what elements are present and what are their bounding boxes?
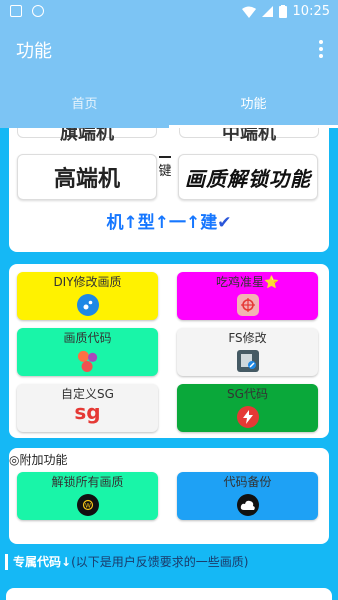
feature-grid: DIY修改画质 吃鸡准星⭐ 画质代码 FS修改 自定义SG sg SG代码 — [9, 264, 329, 438]
tab-home[interactable]: 首页 — [0, 74, 169, 128]
diy-quality-label: DIY修改画质 — [53, 275, 122, 289]
device-card: 旗端机 中端机 高端机 键 画质解锁功能 机↑型↑一↑建✔ — [9, 128, 329, 252]
unlock-quality-label: 画质解锁功能 — [185, 166, 311, 191]
side-char-label: 键 — [158, 164, 172, 179]
exclusive-title: 专属代码↓ — [13, 555, 72, 569]
crosshair-label: 吃鸡准星⭐ — [216, 275, 279, 289]
signal-icon — [261, 6, 273, 17]
exclusive-codes-header: 专属代码↓(以下是用户反馈要求的一些画质) — [5, 554, 248, 570]
image-icon — [10, 5, 22, 17]
crosshair-icon — [236, 294, 259, 316]
unlock-all-quality-button[interactable]: 解锁所有画质 W — [17, 472, 158, 520]
code-backup-button[interactable]: 代码备份 — [177, 472, 318, 520]
sg-code-button[interactable]: SG代码 — [177, 384, 318, 432]
exclusive-subtitle: (以下是用户反馈要求的一些画质) — [71, 555, 249, 569]
wifi-icon — [241, 6, 256, 18]
svg-text:W: W — [85, 503, 91, 510]
cloud-icon — [236, 494, 259, 516]
flagship-button[interactable]: 旗端机 — [17, 128, 157, 144]
sg-code-label: SG代码 — [227, 387, 268, 401]
dots-icon — [77, 350, 99, 372]
side-char: 键 — [158, 156, 172, 180]
crown-icon: W — [76, 494, 99, 516]
overflow-menu-icon[interactable] — [318, 40, 324, 58]
fs-edit-button[interactable]: FS修改 — [177, 328, 318, 376]
dash-divider — [159, 156, 171, 158]
fs-edit-label: FS修改 — [228, 331, 267, 345]
unlock-all-label: 解锁所有画质 — [51, 475, 124, 489]
slogan-text: 机↑型↑一↑建 — [106, 213, 218, 233]
check-icon: ✔ — [217, 213, 232, 233]
bubbles-icon — [76, 294, 99, 316]
one-click-slogan[interactable]: 机↑型↑一↑建✔ — [9, 208, 329, 233]
quality-code-button[interactable]: 画质代码 — [17, 328, 158, 376]
exclusive-codes-card — [6, 588, 332, 600]
crosshair-button[interactable]: 吃鸡准星⭐ — [177, 272, 318, 320]
battery-icon — [278, 5, 287, 18]
clock: 10:25 — [292, 4, 330, 19]
tab-features[interactable]: 功能 — [169, 74, 338, 128]
sg-icon: sg — [74, 400, 101, 424]
shield-icon — [32, 5, 44, 17]
flash-icon — [236, 406, 259, 428]
edit-file-icon — [236, 350, 259, 372]
custom-sg-button[interactable]: 自定义SG sg — [17, 384, 158, 432]
unlock-quality-button[interactable]: 画质解锁功能 — [178, 154, 318, 200]
quality-code-label: 画质代码 — [63, 331, 112, 345]
tab-bar: 首页 功能 — [0, 74, 338, 128]
diy-quality-button[interactable]: DIY修改画质 — [17, 272, 158, 320]
page-title: 功能 — [16, 41, 52, 62]
high-end-label: 高端机 — [53, 167, 120, 192]
midrange-button[interactable]: 中端机 — [179, 128, 319, 144]
status-bar: 10:25 — [0, 0, 338, 24]
addons-title: ◎附加功能 — [9, 453, 68, 467]
high-end-button[interactable]: 高端机 — [17, 154, 157, 200]
app-bar: 功能 — [0, 24, 338, 74]
code-backup-label: 代码备份 — [223, 475, 272, 489]
